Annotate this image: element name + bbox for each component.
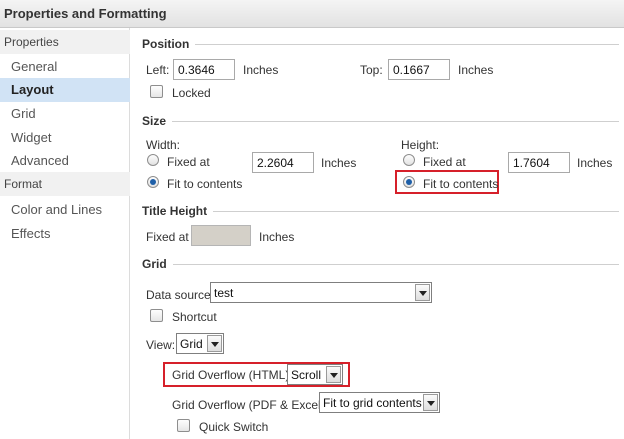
sidebar-nav: Properties General Layout Grid Widget Ad… <box>0 28 130 439</box>
width-fit-radio[interactable] <box>147 176 159 188</box>
grid-overflow-html-label: Grid Overflow (HTML): <box>172 368 293 382</box>
size-section-title: Size <box>142 114 173 128</box>
shortcut-label: Shortcut <box>172 310 217 324</box>
title-height-fixed-label: Fixed at <box>146 230 189 244</box>
data-source-label: Data source: <box>146 288 215 302</box>
sidebar-item-general[interactable]: General <box>0 55 130 79</box>
chevron-down-icon[interactable] <box>415 284 430 301</box>
shortcut-checkbox[interactable] <box>150 309 163 322</box>
section-divider <box>169 121 619 122</box>
width-fixed-radio[interactable] <box>147 154 159 166</box>
sidebar-group-format: Format <box>0 172 130 196</box>
grid-overflow-pdf-label: Grid Overflow (PDF & Excel): <box>172 398 329 412</box>
top-input[interactable] <box>388 59 450 80</box>
quick-switch-checkbox[interactable] <box>177 419 190 432</box>
section-divider <box>213 211 619 212</box>
sidebar-item-effects[interactable]: Effects <box>0 222 130 246</box>
top-unit-label: Inches <box>458 63 494 77</box>
width-input[interactable] <box>252 152 314 173</box>
height-fixed-radio[interactable] <box>403 154 415 166</box>
width-label: Width: <box>146 138 181 152</box>
height-label: Height: <box>401 138 440 152</box>
locked-label: Locked <box>172 86 211 100</box>
sidebar-item-grid[interactable]: Grid <box>0 102 130 126</box>
grid-overflow-pdf-select[interactable]: Fit to grid contents <box>319 392 440 413</box>
top-label: Top: <box>360 63 383 77</box>
title-height-section-title: Title Height <box>142 204 214 218</box>
view-select[interactable]: Grid <box>176 333 224 354</box>
dialog-title: Properties and Formatting <box>4 6 167 21</box>
grid-overflow-html-value: Scroll <box>291 368 322 382</box>
chevron-down-icon[interactable] <box>326 366 341 383</box>
position-section-title: Position <box>142 37 196 51</box>
view-value: Grid <box>180 337 203 351</box>
width-fit-label: Fit to contents <box>167 177 243 191</box>
sidebar-item-widget[interactable]: Widget <box>0 126 130 150</box>
chevron-down-icon[interactable] <box>423 394 438 411</box>
width-unit-label: Inches <box>321 156 357 170</box>
chevron-down-icon[interactable] <box>207 335 222 352</box>
sidebar-item-layout[interactable]: Layout <box>0 78 130 102</box>
view-label: View: <box>146 338 176 352</box>
grid-overflow-pdf-value: Fit to grid contents <box>323 396 422 410</box>
data-source-value: test <box>214 286 234 300</box>
title-height-unit-label: Inches <box>259 230 295 244</box>
height-input[interactable] <box>508 152 570 173</box>
section-divider <box>169 264 619 265</box>
left-input[interactable] <box>173 59 235 80</box>
height-fit-label: Fit to contents <box>423 177 499 191</box>
data-source-select[interactable]: test <box>210 282 432 303</box>
height-fit-radio[interactable] <box>403 176 415 188</box>
sidebar-item-advanced[interactable]: Advanced <box>0 149 130 173</box>
sidebar-group-properties: Properties <box>0 30 130 54</box>
dialog-title-bar: Properties and Formatting <box>0 0 624 28</box>
locked-checkbox[interactable] <box>150 85 163 98</box>
grid-overflow-html-select[interactable]: Scroll <box>287 364 343 385</box>
grid-section-title: Grid <box>142 257 173 271</box>
layout-panel: Position Left: Inches Top: Inches Locked… <box>131 28 624 439</box>
section-divider <box>191 44 619 45</box>
quick-switch-label: Quick Switch <box>199 420 269 434</box>
left-unit-label: Inches <box>243 63 279 77</box>
sidebar-item-color-and-lines[interactable]: Color and Lines <box>0 198 130 222</box>
height-fixed-label: Fixed at <box>423 155 466 169</box>
height-unit-label: Inches <box>577 156 613 170</box>
left-label: Left: <box>146 63 170 77</box>
title-height-input[interactable] <box>191 225 251 246</box>
width-fixed-label: Fixed at <box>167 155 210 169</box>
